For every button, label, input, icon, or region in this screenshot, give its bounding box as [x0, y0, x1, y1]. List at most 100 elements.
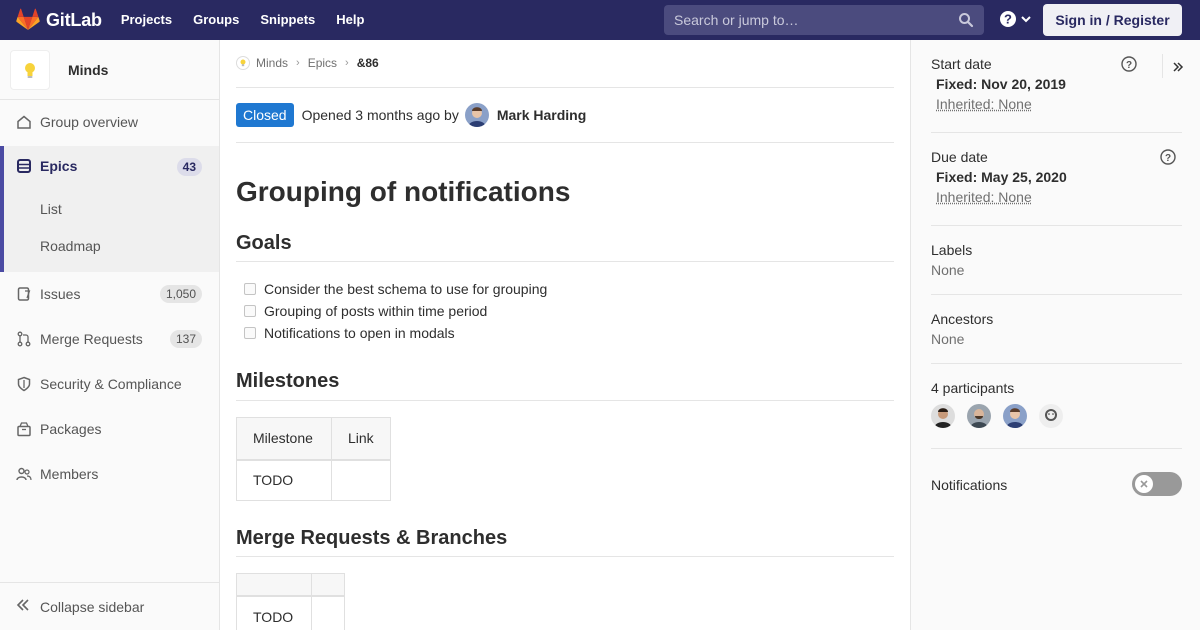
sidebar-item-packages[interactable]: Packages [0, 407, 219, 451]
epic-detail-header: Closed Opened 3 months ago by Mark Hardi… [236, 103, 586, 127]
task-checkbox[interactable] [244, 305, 256, 317]
sidebar-item-label: Packages [40, 421, 102, 437]
breadcrumb-epics[interactable]: Epics [308, 56, 337, 70]
search-box[interactable] [664, 5, 984, 35]
divider [931, 132, 1182, 133]
divider [931, 448, 1182, 449]
sidebar-subitem-list[interactable]: List [40, 201, 62, 217]
task-checkbox[interactable] [244, 327, 256, 339]
group-lightbulb-icon [236, 56, 250, 70]
labels-label: Labels [931, 242, 973, 258]
chevron-down-icon [1021, 16, 1031, 23]
epics-header[interactable]: Epics [16, 158, 77, 174]
section-merge-requests-heading: Merge Requests & Branches [236, 527, 508, 549]
table-header: Link [331, 417, 391, 461]
sidebar-item-epics[interactable]: Epics 43 List Roadmap [0, 146, 219, 272]
breadcrumb-group[interactable]: Minds [256, 56, 288, 70]
search-icon[interactable] [958, 12, 974, 28]
due-date-label: Due date [931, 149, 988, 165]
home-icon [16, 114, 32, 130]
nav-groups[interactable]: Groups [193, 0, 239, 40]
search-input[interactable] [664, 12, 944, 28]
left-sidebar: Minds Group overview Epics 43 List Roadm… [0, 40, 220, 630]
table-row: TODO [236, 595, 345, 630]
table-cell [331, 459, 391, 501]
task-item: Grouping of posts within time period [244, 303, 487, 319]
brand[interactable]: GitLab [16, 0, 102, 40]
chevron-right-icon: › [345, 57, 349, 69]
milestones-table: Milestone Link TODO [236, 417, 391, 501]
users-icon [16, 466, 32, 482]
table-cell: TODO [236, 459, 332, 501]
sidebar-item-label: Merge Requests [40, 331, 143, 347]
question-circle-icon[interactable]: ? [1121, 56, 1137, 72]
merge-request-icon [16, 331, 32, 347]
task-text: Notifications to open in modals [264, 325, 455, 341]
start-date-label: Start date [931, 56, 992, 72]
brand-name: GitLab [46, 9, 102, 30]
issues-icon [16, 286, 32, 302]
double-chevron-left-icon [16, 598, 30, 615]
notifications-toggle[interactable] [1132, 472, 1182, 496]
due-date-value: May 25, 2020 [981, 169, 1067, 185]
section-milestones-heading: Milestones [236, 370, 340, 392]
nav-help[interactable]: Help [336, 0, 364, 40]
gitlab-logo-icon [16, 8, 40, 30]
chevron-right-icon: › [296, 57, 300, 69]
main-content: Minds › Epics › &86 Closed Opened 3 mont… [236, 40, 894, 630]
sidebar-item-security-compliance[interactable]: Security & Compliance [0, 362, 219, 406]
task-checkbox[interactable] [244, 283, 256, 295]
package-icon [16, 421, 32, 437]
nav-snippets[interactable]: Snippets [260, 0, 315, 40]
opened-text: Opened 3 months ago by [301, 107, 459, 123]
labels-block: Labels None [931, 242, 1182, 278]
participants-list [931, 404, 1182, 428]
issues-count-badge: 1,050 [159, 285, 202, 303]
avatar[interactable] [931, 404, 955, 428]
sidebar-item-members[interactable]: Members [0, 452, 219, 496]
nav-projects[interactable]: Projects [121, 0, 172, 40]
avatar[interactable] [967, 404, 991, 428]
start-date-fixed: Fixed: Nov 20, 2019 [936, 76, 1182, 92]
collapse-sidebar-button[interactable]: Collapse sidebar [0, 582, 219, 630]
sidebar-item-issues[interactable]: Issues 1,050 [0, 272, 219, 316]
table-header: Milestone [236, 417, 332, 461]
sidebar-item-merge-requests[interactable]: Merge Requests 137 [0, 317, 219, 361]
ancestors-label: Ancestors [931, 311, 994, 327]
divider [236, 87, 894, 88]
divider [931, 294, 1182, 295]
sidebar-item-label: Epics [40, 158, 78, 174]
divider [236, 556, 894, 557]
avatar[interactable] [1039, 404, 1063, 428]
task-text: Grouping of posts within time period [264, 303, 488, 319]
table-header [236, 573, 312, 597]
avatar[interactable] [1003, 404, 1027, 428]
svg-text:?: ? [1165, 153, 1171, 164]
question-circle-icon: ? [1000, 11, 1016, 27]
due-date-fixed: Fixed: May 25, 2020 [936, 169, 1182, 185]
right-sidebar: Start date Fixed: Nov 20, 2019 Inherited… [910, 40, 1200, 630]
group-name: Minds [68, 61, 109, 78]
top-navbar: GitLab Projects Groups Snippets Help ? S… [0, 0, 1200, 40]
fixed-label: Fixed: [936, 76, 978, 92]
help-dropdown[interactable]: ? [999, 10, 1032, 28]
participants-label: 4 participants [931, 380, 1015, 396]
divider [931, 225, 1182, 226]
question-circle-icon[interactable]: ? [1160, 149, 1176, 165]
top-nav-links: Projects Groups Snippets Help [121, 0, 386, 40]
start-date-block: Start date Fixed: Nov 20, 2019 Inherited… [931, 56, 1182, 112]
group-avatar [10, 49, 50, 90]
author-avatar[interactable] [464, 103, 489, 127]
author-name[interactable]: Mark Harding [497, 107, 586, 123]
start-date-inherited[interactable]: Inherited: None [936, 96, 1182, 112]
sign-in-button[interactable]: Sign in / Register [1043, 4, 1182, 36]
breadcrumb-current[interactable]: &86 [357, 56, 379, 70]
table-cell: TODO [236, 595, 312, 630]
sidebar-subitem-roadmap[interactable]: Roadmap [40, 238, 101, 254]
ancestors-block: Ancestors None [931, 311, 1182, 347]
sidebar-item-group-overview[interactable]: Group overview [0, 100, 219, 144]
sidebar-item-label: Members [40, 466, 99, 482]
due-date-inherited[interactable]: Inherited: None [936, 189, 1182, 205]
task-item: Consider the best schema to use for grou… [244, 281, 547, 297]
group-context-header[interactable]: Minds [0, 40, 219, 100]
